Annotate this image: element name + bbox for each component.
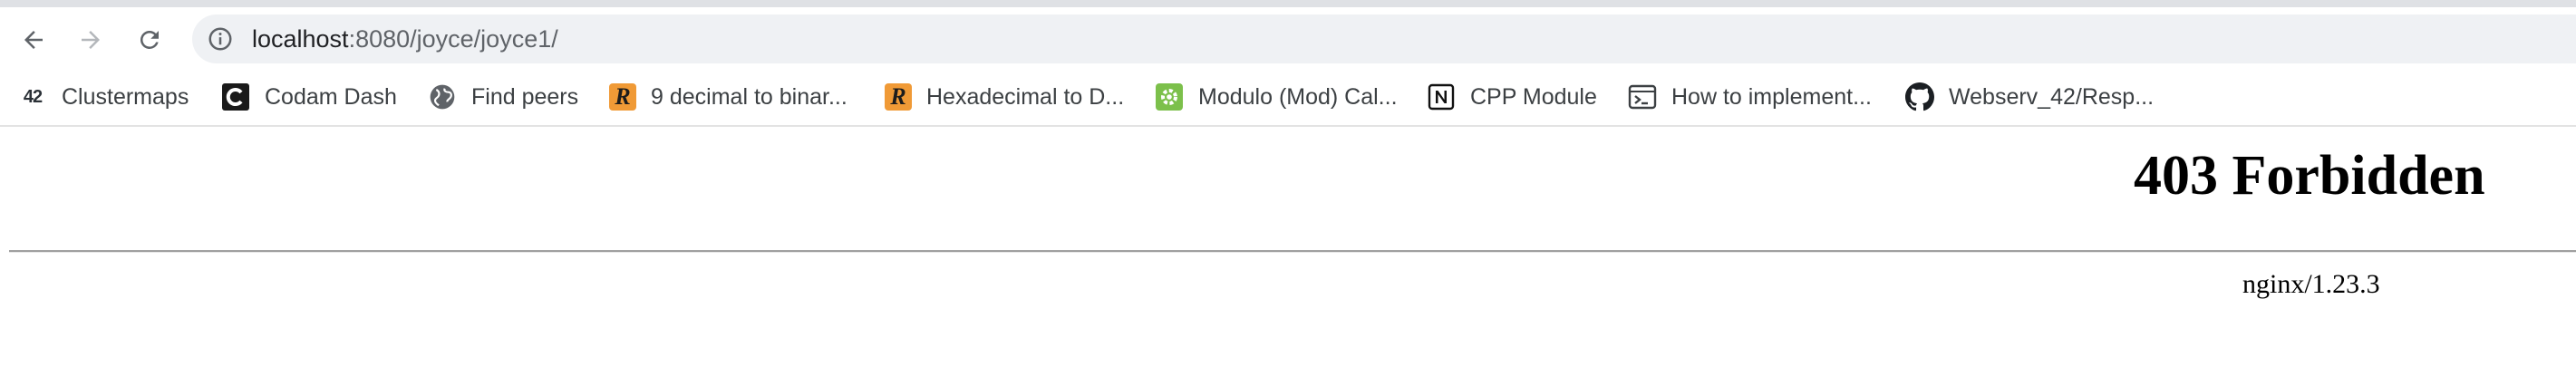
- browser-toolbar: localhost:8080/joyce/joyce1/: [0, 7, 2576, 69]
- bookmark-codam-dash[interactable]: Codam Dash: [221, 80, 397, 114]
- bookmark-label: Webserv_42/Resp...: [1949, 83, 2155, 110]
- bookmark-label: 9 decimal to binar...: [651, 83, 847, 110]
- bookmark-find-peers[interactable]: Find peers: [428, 80, 578, 114]
- bookmark-label: CPP Module: [1470, 83, 1597, 110]
- globe-icon: [428, 82, 457, 111]
- forward-button[interactable]: [71, 20, 111, 60]
- bookmark-webserv[interactable]: Webserv_42/Resp...: [1905, 80, 2154, 114]
- bookmarks-bar: 42 Clustermaps Codam Dash Find peers R 9…: [0, 69, 2576, 127]
- back-button[interactable]: [14, 20, 53, 60]
- bookmark-label: How to implement...: [1671, 83, 1872, 110]
- bookmark-label: Find peers: [471, 83, 579, 110]
- bookmark-how-to-implement[interactable]: How to implement...: [1628, 80, 1872, 114]
- address-bar[interactable]: localhost:8080/joyce/joyce1/: [192, 14, 2576, 63]
- bookmark-label: Modulo (Mod) Cal...: [1198, 83, 1398, 110]
- url-path: :8080/joyce/joyce1/: [348, 25, 558, 53]
- url-text[interactable]: localhost:8080/joyce/joyce1/: [252, 25, 558, 53]
- r-logo-icon: R: [609, 83, 636, 111]
- divider: [9, 250, 2576, 253]
- bookmark-modulo-calculator[interactable]: Modulo (Mod) Cal...: [1155, 80, 1398, 114]
- terminal-window-icon: [1628, 82, 1657, 111]
- calculator-gear-icon: [1155, 82, 1184, 111]
- bookmark-hexadecimal[interactable]: R Hexadecimal to D...: [885, 80, 1124, 114]
- arrow-right-icon: [82, 31, 100, 49]
- bookmark-label: Codam Dash: [265, 83, 397, 110]
- reload-icon: [140, 30, 159, 49]
- 42-logo-icon: 42: [23, 86, 43, 107]
- notion-icon: [1427, 82, 1456, 111]
- bookmark-clustermaps[interactable]: 42 Clustermaps: [18, 80, 189, 114]
- server-signature: nginx/1.23.3: [2242, 269, 2380, 299]
- r-logo-icon: R: [885, 83, 912, 111]
- site-info-icon[interactable]: [207, 25, 234, 53]
- arrow-left-icon: [24, 31, 43, 49]
- page-title: 403 Forbidden: [2134, 145, 2485, 207]
- bookmark-decimal-to-binary[interactable]: R 9 decimal to binar...: [609, 80, 847, 114]
- bookmark-label: Clustermaps: [62, 83, 189, 110]
- bookmark-cpp-module[interactable]: CPP Module: [1427, 80, 1597, 114]
- github-icon: [1905, 82, 1934, 111]
- bookmark-label: Hexadecimal to D...: [926, 83, 1125, 110]
- reload-button[interactable]: [130, 20, 169, 60]
- url-host: localhost: [252, 25, 349, 53]
- codam-logo-icon: [221, 82, 250, 111]
- tab-strip-edge: [0, 0, 2576, 7]
